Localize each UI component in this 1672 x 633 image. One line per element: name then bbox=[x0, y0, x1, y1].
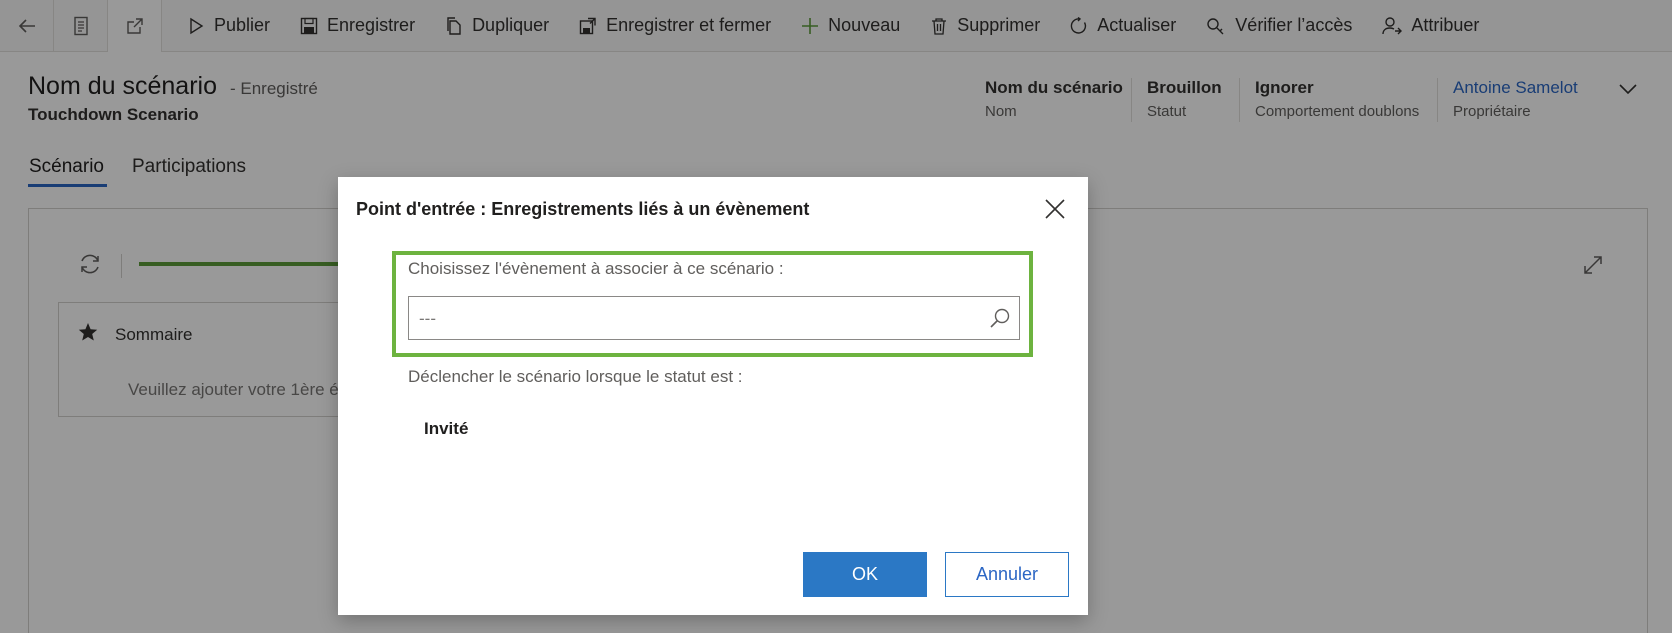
close-icon bbox=[1045, 199, 1065, 219]
trigger-status-value: Invité bbox=[424, 419, 469, 438]
event-lookup-field bbox=[408, 296, 1020, 340]
close-button[interactable] bbox=[1043, 197, 1067, 221]
cancel-button[interactable]: Annuler bbox=[945, 552, 1069, 597]
event-lookup-input[interactable] bbox=[419, 307, 979, 331]
trigger-status-label: Déclencher le scénario lorsque le statut… bbox=[408, 367, 743, 386]
entry-point-dialog: Point d'entrée : Enregistrements liés à … bbox=[338, 177, 1088, 615]
search-icon bbox=[990, 308, 1010, 328]
ok-button[interactable]: OK bbox=[803, 552, 927, 597]
event-field-label: Choisissez l'évènement à associer à ce s… bbox=[408, 259, 784, 278]
lookup-search-button[interactable] bbox=[989, 307, 1011, 334]
dialog-title: Point d'entrée : Enregistrements liés à … bbox=[356, 199, 810, 219]
